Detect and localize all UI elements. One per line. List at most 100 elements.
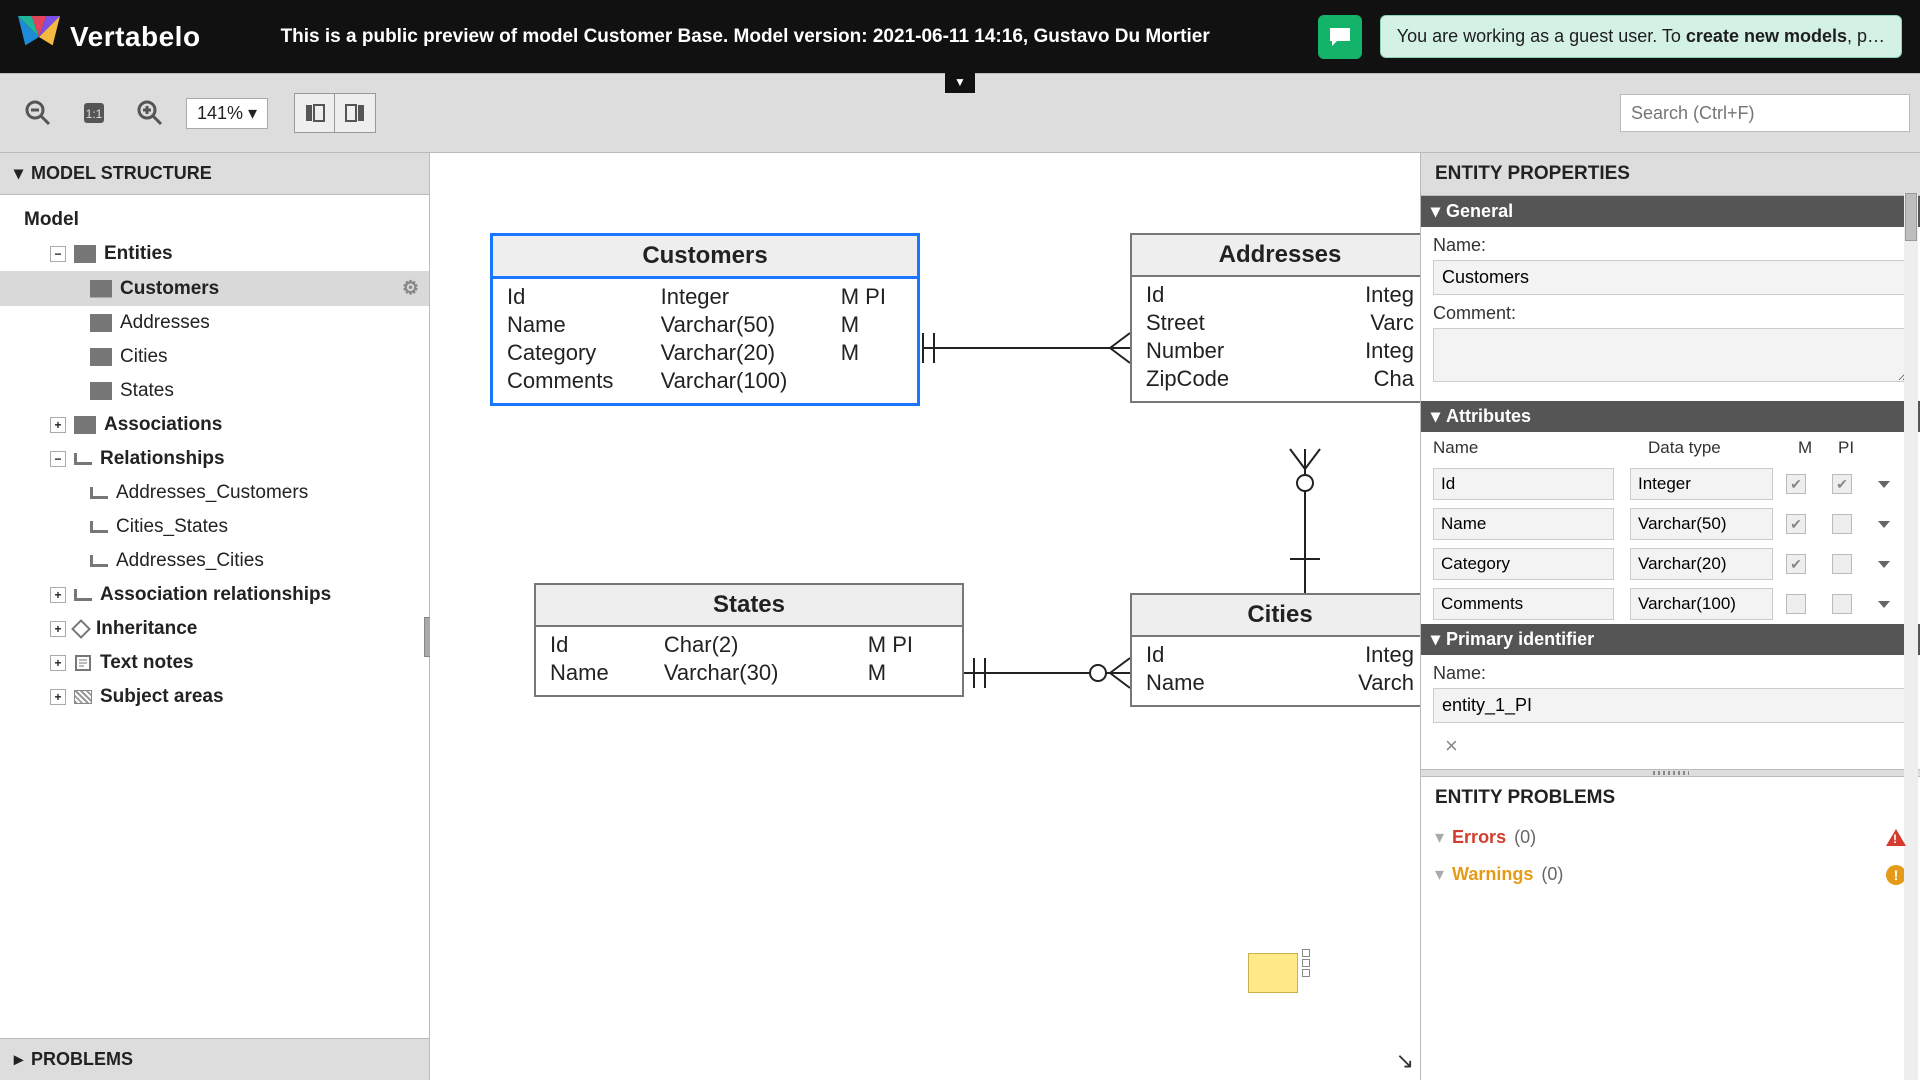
top-tab-handle[interactable]: ▼ [945,71,975,93]
attr-type-input[interactable] [1630,588,1773,620]
expand-icon[interactable]: + [50,417,66,433]
attr-mandatory-checkbox[interactable] [1786,594,1806,614]
collapse-icon[interactable]: − [50,451,66,467]
entity-states[interactable]: States IdChar(2)M PI NameVarchar(30)M [534,583,964,697]
panel-right-icon [344,102,366,124]
tree-entity-states[interactable]: States [0,374,429,408]
text-note-icon [74,654,92,672]
attr-dropdown-icon[interactable] [1878,601,1890,608]
tree-node-relationships[interactable]: − Relationships [0,442,429,476]
problems-panel-header[interactable]: ▸ PROBLEMS [0,1038,429,1080]
entity-label: Cities [120,346,168,368]
zoom-out-button[interactable] [18,93,58,133]
tree-node-inheritance[interactable]: + Inheritance [0,612,429,646]
error-badge-icon [1886,829,1906,846]
attr-mandatory-checkbox[interactable] [1786,474,1806,494]
attr-pi-checkbox[interactable] [1832,474,1852,494]
entity-cities[interactable]: Cities IdInteg NameVarch [1130,593,1420,707]
toolbar: ▼ 1:1 141% ▾ [0,73,1920,153]
scrollbar-thumb[interactable] [1905,193,1917,241]
entity-customers[interactable]: Customers IdIntegerM PI NameVarchar(50)M… [490,233,920,406]
resize-corner-icon[interactable]: ↘ [1396,1048,1414,1074]
tree-entity-addresses[interactable]: Addresses [0,306,429,340]
relationship-icon [90,555,108,567]
entity-addresses[interactable]: Addresses IdInteg StreetVarc NumberInteg… [1130,233,1420,403]
subject-areas-label: Subject areas [100,686,224,708]
attr-dropdown-icon[interactable] [1878,561,1890,568]
attr-name-input[interactable] [1433,588,1614,620]
attr-dropdown-icon[interactable] [1878,521,1890,528]
tree-node-entities[interactable]: −Entities [0,237,429,271]
attr-pi-checkbox[interactable] [1832,594,1852,614]
expand-icon[interactable]: + [50,655,66,671]
attr-pi-checkbox[interactable] [1832,514,1852,534]
inheritance-label: Inheritance [96,618,197,640]
tree-rel-addresses-customers[interactable]: Addresses_Customers [0,476,429,510]
tree-node-assoc-rel[interactable]: +Association relationships [0,578,429,612]
expand-icon[interactable]: + [50,621,66,637]
entity-comment-input[interactable] [1433,328,1908,382]
attr-mandatory-checkbox[interactable] [1786,514,1806,534]
relationships-label: Relationships [100,448,225,470]
expand-icon[interactable]: + [50,689,66,705]
guest-banner-bold: create new models [1686,26,1847,46]
pi-name-input[interactable] [1433,688,1908,723]
brand-logo[interactable]: Vertabelo [18,16,201,58]
right-scrollbar[interactable] [1904,193,1918,1080]
attr-header-row: NameData typeMPI [1421,432,1920,464]
tree-node-associations[interactable]: +Associations [0,408,429,442]
zoom-in-button[interactable] [130,93,170,133]
view-mode-left[interactable] [295,94,335,132]
entity-body: IdIntegerM PI NameVarchar(50)M CategoryV… [493,279,917,403]
gear-icon[interactable]: ⚙ [402,277,419,300]
right-splitter[interactable] [1421,769,1920,777]
entity-properties-title: ENTITY PROPERTIES [1421,153,1920,196]
caret-down-icon: ▾ [1435,864,1444,885]
entity-label: Customers [120,278,219,300]
attr-name-input[interactable] [1433,468,1614,500]
tree-rel-addresses-cities[interactable]: Addresses_Cities [0,544,429,578]
attr-name-input[interactable] [1433,508,1614,540]
relationship-group-icon [74,453,92,465]
zoom-fit-button[interactable]: 1:1 [74,93,114,133]
attr-type-input[interactable] [1630,508,1773,540]
entity-title: Addresses [1132,235,1420,277]
left-sidebar: ▾ MODEL STRUCTURE Model −Entities Custom… [0,153,430,1080]
right-sidebar: ENTITY PROPERTIES ▾General Name: Comment… [1420,153,1920,1080]
search-input[interactable] [1620,94,1910,132]
entity-name-input[interactable] [1433,260,1908,295]
section-general[interactable]: ▾General [1421,196,1920,227]
zoom-level-select[interactable]: 141% ▾ [186,98,268,129]
guest-banner[interactable]: You are working as a guest user. To crea… [1380,15,1902,58]
tree-node-subject-areas[interactable]: + Subject areas [0,680,429,714]
attr-type-input[interactable] [1630,548,1773,580]
warnings-row[interactable]: ▾ Warnings (0) ! [1421,856,1920,893]
section-attributes[interactable]: ▾Attributes [1421,401,1920,432]
attr-pi-checkbox[interactable] [1832,554,1852,574]
tree-root-model[interactable]: Model [0,203,429,237]
attr-dropdown-icon[interactable] [1878,481,1890,488]
tree-entity-cities[interactable]: Cities [0,340,429,374]
model-structure-header[interactable]: ▾ MODEL STRUCTURE [0,153,429,195]
chat-button[interactable] [1318,15,1362,59]
section-primary-identifier[interactable]: ▾Primary identifier [1421,624,1920,655]
diagram-canvas[interactable]: Customers IdIntegerM PI NameVarchar(50)M… [430,153,1420,1080]
top-bar: Vertabelo This is a public preview of mo… [0,0,1920,73]
svg-text:1:1: 1:1 [86,107,103,121]
problems-label: PROBLEMS [31,1049,133,1070]
tree-node-text-notes[interactable]: +Text notes [0,646,429,680]
table-icon [90,280,112,298]
view-mode-right[interactable] [335,94,375,132]
resize-handle-icon [1302,969,1310,977]
expand-icon[interactable]: + [50,587,66,603]
attr-mandatory-checkbox[interactable] [1786,554,1806,574]
pi-delete-button[interactable]: × [1433,731,1908,761]
entity-label: Addresses [120,312,210,334]
collapse-icon[interactable]: − [50,246,66,262]
attr-type-input[interactable] [1630,468,1773,500]
attr-name-input[interactable] [1433,548,1614,580]
zoom-in-icon [137,100,163,126]
tree-entity-customers[interactable]: Customers ⚙ [0,271,429,306]
tree-rel-cities-states[interactable]: Cities_States [0,510,429,544]
errors-row[interactable]: ▾ Errors (0) [1421,819,1920,856]
